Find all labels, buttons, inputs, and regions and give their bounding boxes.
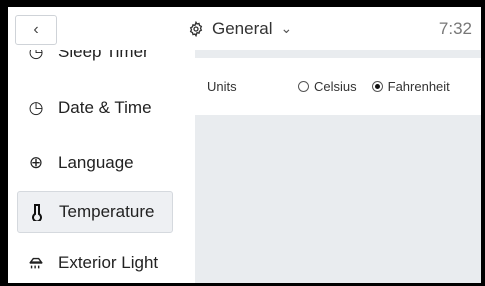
celsius-label: Celsius xyxy=(314,79,357,94)
sidebar-item-label: Date & Time xyxy=(58,98,152,117)
units-setting-row: Units Celsius Fahrenheit xyxy=(195,58,481,115)
exterior-light-icon xyxy=(28,255,44,271)
settings-dropdown[interactable]: General ⌄ xyxy=(188,7,292,50)
fahrenheit-radio[interactable] xyxy=(371,81,383,92)
back-button[interactable]: ‹ xyxy=(15,15,57,45)
celsius-option[interactable]: Celsius xyxy=(298,79,357,94)
gear-icon xyxy=(189,20,203,37)
sidebar-item-temperature[interactable]: Temperature xyxy=(17,191,173,233)
sidebar-item-date-time[interactable]: ◷ Date & Time xyxy=(17,87,173,129)
page-title: General xyxy=(212,18,273,38)
sidebar-item-sleep-timer[interactable]: ◷ Sleep Timer xyxy=(17,50,173,73)
fahrenheit-label: Fahrenheit xyxy=(387,79,450,94)
sidebar-item-label: Exterior Light xyxy=(58,253,159,272)
chevron-left-icon: ‹ xyxy=(33,21,39,38)
sidebar-item-label: Language xyxy=(58,153,134,172)
fahrenheit-option[interactable]: Fahrenheit xyxy=(371,79,450,94)
celsius-radio[interactable] xyxy=(298,81,309,92)
top-bar: ‹ General ⌄ 7:32 xyxy=(8,7,481,50)
sidebar-item-label: Temperature xyxy=(59,202,155,221)
units-label: Units xyxy=(207,79,237,94)
sidebar-item-label: Sleep Timer xyxy=(58,50,149,61)
chevron-down-icon: ⌄ xyxy=(280,20,293,36)
settings-sidebar: ◷ Sleep Timer ◷ Date & Time ⊕ Language T… xyxy=(8,50,188,283)
settings-content: Units Celsius Fahrenheit xyxy=(195,50,481,283)
timer-icon: ◷ xyxy=(28,50,44,61)
clock-icon: ◷ xyxy=(28,98,44,117)
sidebar-item-exterior-light[interactable]: Exterior Light xyxy=(17,242,173,283)
globe-icon: ⊕ xyxy=(28,153,44,172)
screen: ‹ General ⌄ 7:32 ◷ Sleep Timer ◷ Date & … xyxy=(8,7,481,283)
thermometer-icon xyxy=(29,204,45,221)
sidebar-item-language[interactable]: ⊕ Language xyxy=(17,142,173,184)
time-display: 7:32 xyxy=(438,18,472,38)
